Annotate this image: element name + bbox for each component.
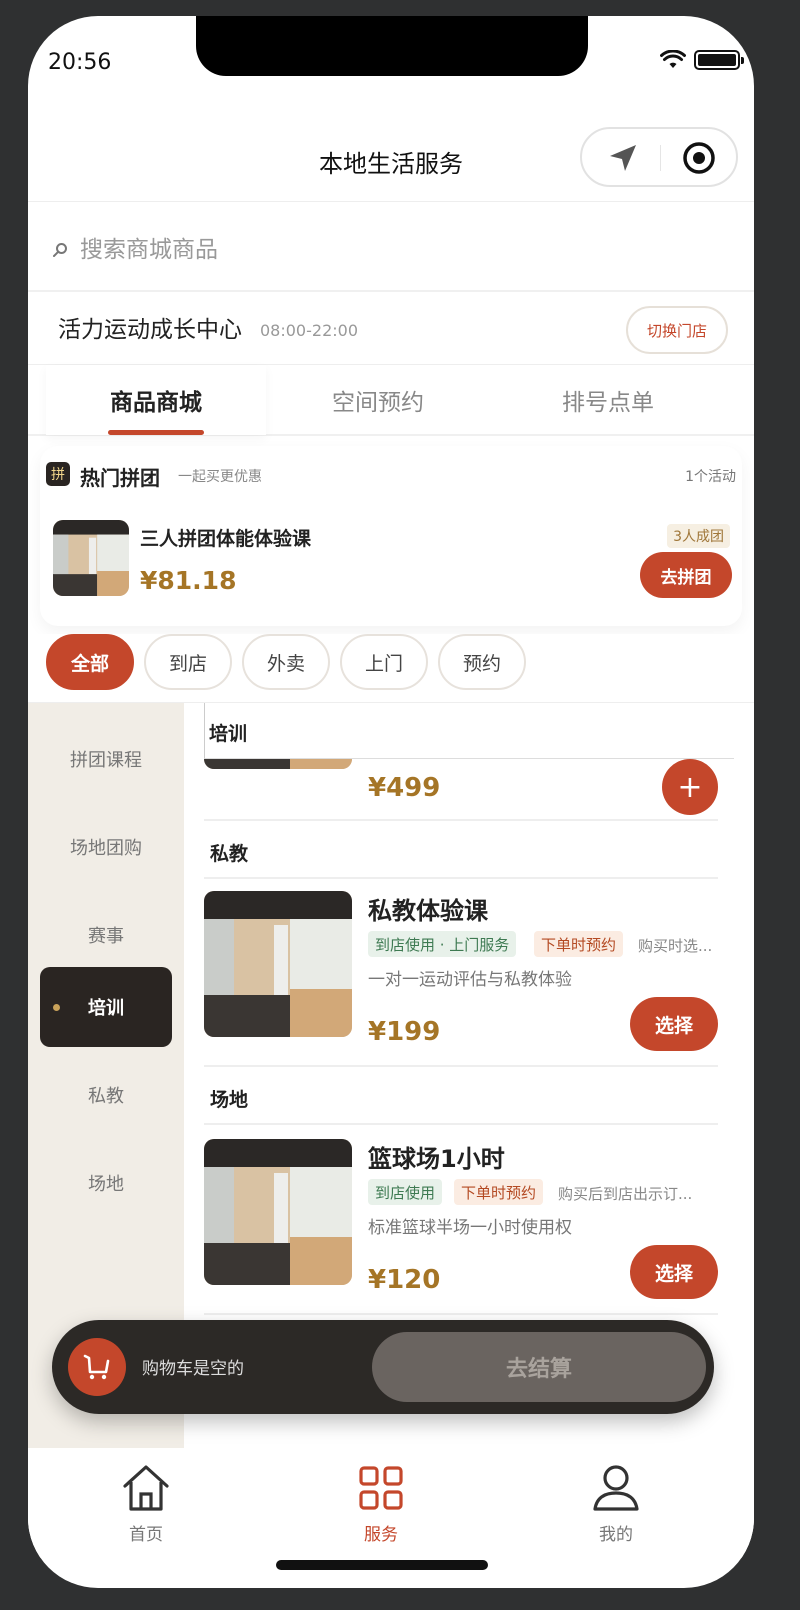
venue-tag-note: 购买后到店出示订...	[558, 1185, 693, 1203]
filter-takeout[interactable]: 外卖	[242, 634, 330, 690]
section-title-private-coach: 私教	[210, 843, 249, 865]
private-tag-note: 购买时选...	[638, 937, 713, 955]
group-size-tag: 3人成团	[667, 524, 730, 548]
cart-bar: 购物车是空的 去结算	[52, 1320, 714, 1414]
private-select-button[interactable]: 选择	[630, 997, 718, 1051]
private-tag-usage: 到店使用 · 上门服务	[368, 931, 517, 957]
sidebar-item-venue-group[interactable]: 场地团购	[40, 807, 172, 887]
target-icon[interactable]	[682, 141, 716, 175]
group-buy-card: 拼 热门拼团 一起买更优惠 1个活动 三人拼团体能体验课 ¥81.18 3人成团…	[40, 446, 742, 626]
add-to-cart-button[interactable]: +	[662, 759, 718, 815]
venue-item-image[interactable]	[204, 1139, 352, 1285]
location-arrow-icon[interactable]	[606, 141, 640, 175]
battery-icon	[694, 50, 744, 70]
group-count: 1个活动	[685, 469, 736, 485]
store-hours: 08:00-22:00	[260, 321, 358, 340]
filter-home-service[interactable]: 上门	[340, 634, 428, 690]
bottom-tabbar: 首页 服务 我的	[28, 1448, 754, 1558]
tab-mall[interactable]: 商品商城	[46, 365, 266, 435]
sidebar-item-events[interactable]: 赛事	[40, 895, 172, 975]
venue-item-desc: 标准篮球半场一小时使用权	[368, 1218, 572, 1238]
status-time: 20:56	[48, 50, 112, 75]
group-title: 热门拼团	[80, 466, 160, 490]
private-item-desc: 一对一运动评估与私教体验	[368, 970, 572, 990]
sidebar-item-venue[interactable]: 场地	[40, 1143, 172, 1223]
join-group-button[interactable]: 去拼团	[640, 552, 732, 598]
group-item-name[interactable]: 三人拼团体能体验课	[140, 524, 311, 551]
group-item-image[interactable]	[53, 520, 129, 596]
search-icon	[53, 243, 67, 257]
nav-header: 本地生活服务	[28, 106, 754, 202]
group-badge: 拼	[46, 462, 70, 486]
section-title-venue: 场地	[210, 1089, 249, 1111]
home-icon	[123, 1465, 169, 1511]
tab-queue-order[interactable]: 排号点单	[508, 365, 708, 435]
tab-space-booking[interactable]: 空间预约	[278, 365, 478, 435]
sidebar-item-group-courses[interactable]: 拼团课程	[40, 719, 172, 799]
sidebar-item-label: 培训	[88, 998, 124, 1019]
tab-underline	[108, 430, 204, 435]
status-icons	[660, 50, 744, 70]
switch-store-button[interactable]: 切换门店	[626, 306, 728, 354]
venue-item-price: ¥120	[368, 1265, 441, 1295]
private-item-price: ¥199	[368, 1017, 441, 1047]
venue-tag-booking: 下单时预约	[454, 1179, 544, 1205]
group-item-price: ¥81.18	[140, 566, 237, 595]
filter-in-store[interactable]: 到店	[144, 634, 232, 690]
filter-chips: 全部 到店 外卖 上门 预约	[28, 634, 754, 704]
main-tabs: 商品商城 空间预约 排号点单	[28, 364, 754, 436]
section-header-training: 培训	[204, 703, 734, 759]
tabbar-label: 服务	[364, 1525, 398, 1545]
checkout-button[interactable]: 去结算	[372, 1332, 706, 1402]
tabbar-services[interactable]: 服务	[321, 1462, 441, 1545]
venue-tag-usage: 到店使用	[368, 1179, 443, 1205]
user-icon	[593, 1465, 639, 1511]
private-item-name[interactable]: 私教体验课	[368, 891, 488, 926]
tabbar-home[interactable]: 首页	[86, 1462, 206, 1545]
search-input[interactable]: 搜索商城商品	[80, 230, 218, 264]
sidebar-item-training[interactable]: 培训	[40, 967, 172, 1047]
venue-item-name[interactable]: 篮球场1小时	[368, 1139, 505, 1174]
store-name: 活力运动成长中心	[58, 317, 242, 343]
training-item-price: ¥499	[368, 773, 441, 803]
group-subtitle: 一起买更优惠	[178, 469, 262, 485]
store-bar: 活力运动成长中心 08:00-22:00 切换门店	[28, 294, 754, 364]
private-item-image[interactable]	[204, 891, 352, 1037]
venue-select-button[interactable]: 选择	[630, 1245, 718, 1299]
filter-all[interactable]: 全部	[46, 634, 134, 690]
search-bar[interactable]: 搜索商城商品	[28, 204, 754, 292]
tabbar-mine[interactable]: 我的	[556, 1462, 676, 1545]
active-dot	[53, 1004, 60, 1011]
wifi-icon	[660, 50, 686, 68]
private-tag-booking: 下单时预约	[534, 931, 624, 957]
grid-icon	[359, 1466, 403, 1510]
tabbar-label: 我的	[599, 1525, 633, 1545]
cart-icon	[83, 1354, 110, 1380]
home-indicator	[276, 1560, 488, 1570]
filter-reservation[interactable]: 预约	[438, 634, 526, 690]
tabbar-label: 首页	[129, 1525, 163, 1545]
section-title-training: 培训	[209, 723, 248, 745]
sidebar-item-private-coach[interactable]: 私教	[40, 1055, 172, 1135]
cart-button[interactable]	[68, 1338, 126, 1396]
cart-empty-text: 购物车是空的	[142, 1359, 244, 1379]
phone-screen: 20:56 本地生活服务 搜索商城商品 活力运动成长中心 08:00-22:00…	[28, 16, 754, 1588]
mini-program-capsule[interactable]	[580, 127, 738, 187]
notch	[196, 16, 588, 76]
